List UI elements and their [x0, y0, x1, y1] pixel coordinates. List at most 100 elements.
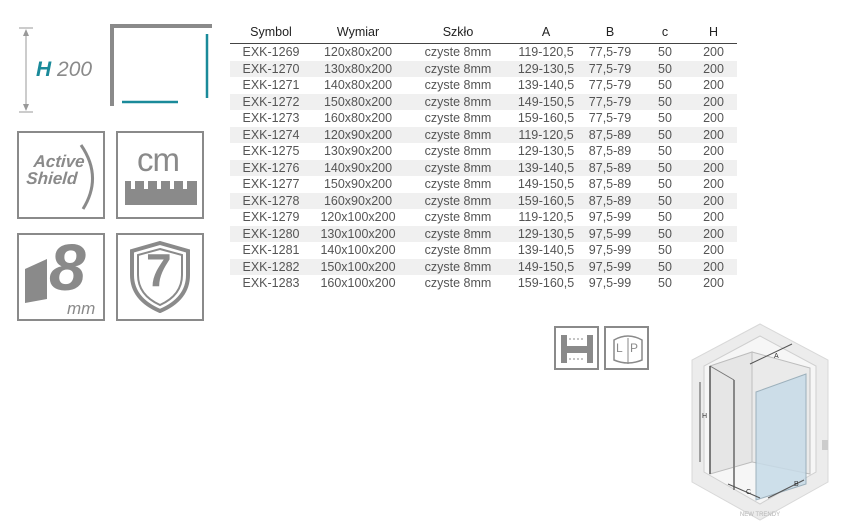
lp-left-label: L: [616, 341, 623, 355]
cell-a: 129-130,5: [517, 144, 575, 159]
cell-szklo: czyste 8mm: [424, 243, 492, 258]
cell-wymiar: 140x100x200: [320, 243, 396, 258]
cell-a: 159-160,5: [517, 111, 575, 126]
dimension-h-label: H: [702, 413, 707, 420]
cell-c: 50: [640, 93, 690, 110]
cell-h: 200: [690, 159, 737, 176]
cell-wymiar: 120x100x200: [320, 210, 396, 225]
dimension-b-label: B: [794, 481, 799, 488]
cell-c: 50: [640, 225, 690, 242]
glass-thickness-badge: 8 mm: [17, 230, 105, 321]
cell-symbol: EXK-1271: [242, 78, 300, 93]
cell-szklo: czyste 8mm: [424, 78, 492, 93]
cell-a: 149-150,5: [517, 177, 575, 192]
cell-c: 50: [658, 111, 672, 126]
cell-symbol: EXK-1282: [230, 258, 312, 275]
table-row: EXK-1272 150x80x200 czyste 8mm 149-150,5 77,…: [230, 93, 737, 110]
active-shield-line2: Shield: [25, 169, 79, 188]
cell-wymiar: 150x80x200: [312, 93, 404, 110]
cell-szklo: czyste 8mm: [404, 258, 512, 275]
cell-a: 159-160,5: [512, 192, 580, 209]
cell-szklo: czyste 8mm: [424, 276, 492, 291]
table-row: EXK-1271 140x80x200 czyste 8mm 139-140,5 77,…: [230, 77, 737, 94]
cell-symbol: EXK-1275: [242, 144, 300, 159]
cell-c: 50: [658, 243, 672, 258]
cell-a: 129-130,5: [512, 60, 580, 77]
table-row: EXK-1274 120x90x200 czyste 8mm 119-120,5 87,…: [230, 126, 737, 143]
cell-c: 50: [640, 60, 690, 77]
cell-b: 97,5-99: [588, 276, 632, 291]
cell-szklo: czyste 8mm: [404, 159, 512, 176]
cell-symbol: EXK-1273: [242, 111, 300, 126]
cell-b: 77,5-79: [588, 78, 632, 93]
watermark: NEW TRENDY: [740, 512, 780, 518]
cell-symbol: EXK-1279: [242, 210, 300, 225]
cell-b: 97,5-99: [588, 243, 632, 258]
thickness-unit: mm: [67, 299, 96, 318]
cell-szklo: czyste 8mm: [424, 111, 492, 126]
cell-wymiar: 130x100x200: [312, 225, 404, 242]
thickness-number: 8: [49, 230, 86, 304]
cell-a: 139-140,5: [517, 78, 575, 93]
table-row: EXK-1270 130x80x200 czyste 8mm 129-130,5 77,…: [230, 60, 737, 77]
shield-number: 7: [146, 244, 172, 296]
cell-wymiar: 140x80x200: [323, 78, 393, 93]
cell-a: 119-120,5: [518, 45, 574, 60]
height-arrow-icon: [19, 27, 33, 113]
column-header-wymiar: Wymiar: [312, 22, 404, 44]
table-row: EXK-1282 150x100x200 czyste 8mm 149-150,5 97…: [230, 258, 737, 275]
cell-a: 119-120,5: [512, 126, 580, 143]
cell-wymiar: 130x90x200: [323, 144, 393, 159]
cell-a: 149-150,5: [512, 258, 580, 275]
cell-b: 87,5-89: [580, 126, 640, 143]
cell-a: 149-150,5: [512, 93, 580, 110]
warranty-shield-badge: 7: [116, 233, 204, 321]
cell-h: 200: [703, 177, 724, 192]
cell-wymiar: 120x80x200: [323, 45, 393, 60]
cell-b: 87,5-89: [588, 177, 632, 192]
table-row: EXK-1269 120x80x200 czyste 8mm 119-120,5 77,…: [230, 44, 737, 61]
cell-wymiar: 160x100x200: [320, 276, 396, 291]
cell-symbol: EXK-1270: [230, 60, 312, 77]
height-letter: H: [36, 58, 52, 81]
height-value: 200: [57, 58, 93, 81]
column-header-c: c: [640, 22, 690, 44]
table-row: EXK-1280 130x100x200 czyste 8mm 129-130,5 97…: [230, 225, 737, 242]
cm-label: cm: [137, 141, 180, 178]
cell-b: 87,5-89: [580, 192, 640, 209]
cell-a: 139-140,5: [512, 159, 580, 176]
shower-head-icon: [822, 440, 828, 450]
table-row: EXK-1275 130x90x200 czyste 8mm 129-130,5 87,…: [230, 143, 737, 160]
cell-b: 87,5-89: [588, 144, 632, 159]
cell-h: 200: [703, 78, 724, 93]
table-row: EXK-1276 140x90x200 czyste 8mm 139-140,5 87,…: [230, 159, 737, 176]
cell-c: 50: [658, 210, 672, 225]
cell-b: 97,5-99: [580, 225, 640, 242]
active-shield-badge: Active Shield: [17, 131, 105, 219]
cell-h: 200: [690, 225, 737, 242]
cell-h: 200: [690, 192, 737, 209]
cell-wymiar: 150x100x200: [312, 258, 404, 275]
cell-a: 139-140,5: [517, 243, 575, 258]
cell-symbol: EXK-1280: [230, 225, 312, 242]
reversible-lp-badge: L P: [604, 326, 649, 370]
table-row: EXK-1281 140x100x200 czyste 8mm 139-140,5 97…: [230, 242, 737, 259]
cell-h: 200: [690, 126, 737, 143]
cm-badge: cm: [116, 131, 204, 219]
cell-symbol: EXK-1277: [242, 177, 300, 192]
cell-wymiar: 150x90x200: [323, 177, 393, 192]
cell-c: 50: [640, 192, 690, 209]
cell-c: 50: [640, 258, 690, 275]
cell-wymiar: 120x90x200: [312, 126, 404, 143]
shower-cabin-diagram: A H C B NEW TRENDY: [691, 323, 829, 521]
cell-a: 119-120,5: [518, 210, 574, 225]
cell-szklo: czyste 8mm: [424, 144, 492, 159]
cell-wymiar: 160x90x200: [312, 192, 404, 209]
cell-szklo: czyste 8mm: [404, 126, 512, 143]
height-label: H 200: [36, 58, 92, 82]
cell-h: 200: [690, 60, 737, 77]
cell-szklo: czyste 8mm: [404, 93, 512, 110]
cell-b: 77,5-79: [588, 111, 632, 126]
cell-symbol: EXK-1283: [242, 276, 300, 291]
dimension-a-label: A: [774, 353, 779, 360]
